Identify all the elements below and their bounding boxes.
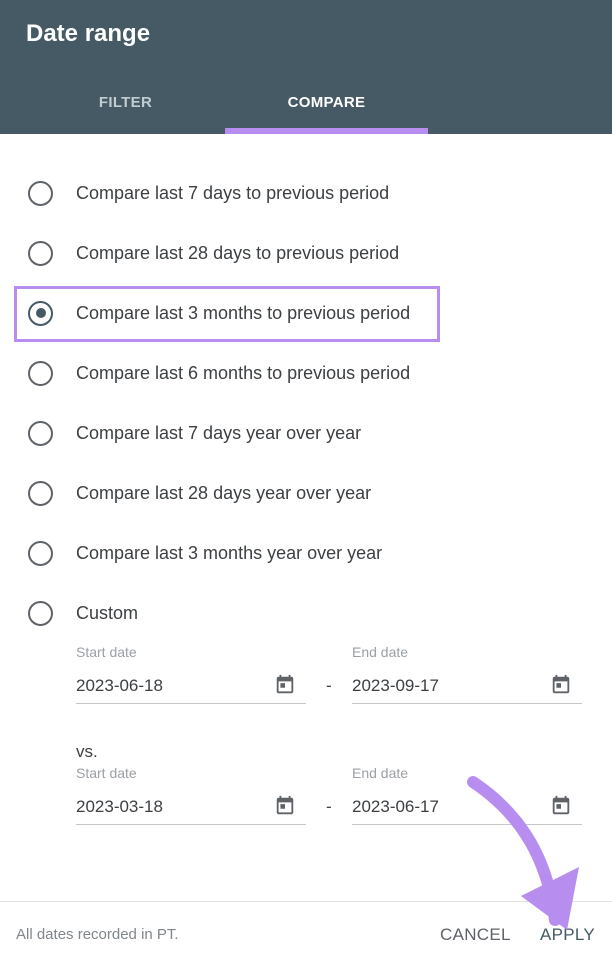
compare-end-date-value[interactable]: 2023-06-17 bbox=[352, 797, 439, 817]
radio-button[interactable] bbox=[28, 420, 53, 446]
option-label: Compare last 3 months year over year bbox=[76, 542, 383, 563]
start-date-value[interactable]: 2023-06-18 bbox=[76, 676, 163, 696]
end-date-label: End date bbox=[352, 644, 409, 660]
radio-dot bbox=[35, 308, 46, 318]
option-compare-28-days-previous[interactable]: Compare last 28 days to previous period bbox=[28, 238, 399, 268]
timezone-note: All dates recorded in PT. bbox=[16, 926, 179, 943]
radio-button[interactable] bbox=[28, 240, 53, 266]
option-compare-7-days-yoy[interactable]: Compare last 7 days year over year bbox=[28, 418, 361, 448]
active-tab-indicator bbox=[225, 128, 428, 134]
option-compare-28-days-yoy[interactable]: Compare last 28 days year over year bbox=[28, 478, 371, 508]
compare-end-date-label: End date bbox=[352, 765, 409, 781]
tab-filter[interactable]: FILTER bbox=[24, 80, 227, 134]
calendar-icon[interactable] bbox=[550, 674, 572, 696]
compare-start-date-field[interactable]: 2023-03-18 bbox=[76, 791, 306, 825]
option-label: Compare last 7 days year over year bbox=[76, 422, 362, 443]
date-range-separator: - bbox=[326, 676, 332, 695]
vs-label: vs. bbox=[76, 742, 98, 761]
calendar-icon[interactable] bbox=[550, 795, 572, 817]
dialog-header: Date range FILTER COMPARE bbox=[0, 0, 612, 134]
option-compare-7-days-previous[interactable]: Compare last 7 days to previous period bbox=[28, 178, 389, 208]
option-label: Custom bbox=[76, 602, 139, 623]
compare-start-date-label: Start date bbox=[76, 765, 137, 781]
dialog-title: Date range bbox=[26, 20, 151, 47]
option-label: Compare last 3 months to previous period bbox=[76, 302, 411, 323]
apply-button[interactable]: APPLY bbox=[540, 925, 595, 945]
end-date-value[interactable]: 2023-09-17 bbox=[352, 676, 439, 696]
cancel-button[interactable]: CANCEL bbox=[440, 925, 511, 945]
footer-divider bbox=[0, 901, 612, 902]
calendar-icon[interactable] bbox=[274, 674, 296, 696]
compare-end-date-field[interactable]: 2023-06-17 bbox=[352, 791, 582, 825]
end-date-field[interactable]: 2023-09-17 bbox=[352, 670, 582, 704]
radio-button-selected[interactable] bbox=[28, 300, 53, 326]
radio-button[interactable] bbox=[28, 480, 53, 506]
option-compare-6-months-previous[interactable]: Compare last 6 months to previous period bbox=[28, 358, 410, 388]
radio-button[interactable] bbox=[28, 600, 53, 626]
option-label: Compare last 7 days to previous period bbox=[76, 182, 390, 203]
tab-compare[interactable]: COMPARE bbox=[225, 80, 428, 134]
option-compare-3-months-yoy[interactable]: Compare last 3 months year over year bbox=[28, 538, 382, 568]
date-range-separator: - bbox=[326, 797, 332, 816]
start-date-label: Start date bbox=[76, 644, 137, 660]
radio-button[interactable] bbox=[28, 360, 53, 386]
compare-start-date-value[interactable]: 2023-03-18 bbox=[76, 797, 163, 817]
radio-button[interactable] bbox=[28, 180, 53, 206]
calendar-icon[interactable] bbox=[274, 795, 296, 817]
option-label: Compare last 6 months to previous period bbox=[76, 362, 411, 383]
start-date-field[interactable]: 2023-06-18 bbox=[76, 670, 306, 704]
option-compare-3-months-previous[interactable]: Compare last 3 months to previous period bbox=[28, 298, 410, 328]
option-label: Compare last 28 days to previous period bbox=[76, 242, 400, 263]
option-label: Compare last 28 days year over year bbox=[76, 482, 372, 503]
option-custom[interactable]: Custom bbox=[28, 598, 138, 628]
radio-button[interactable] bbox=[28, 540, 53, 566]
